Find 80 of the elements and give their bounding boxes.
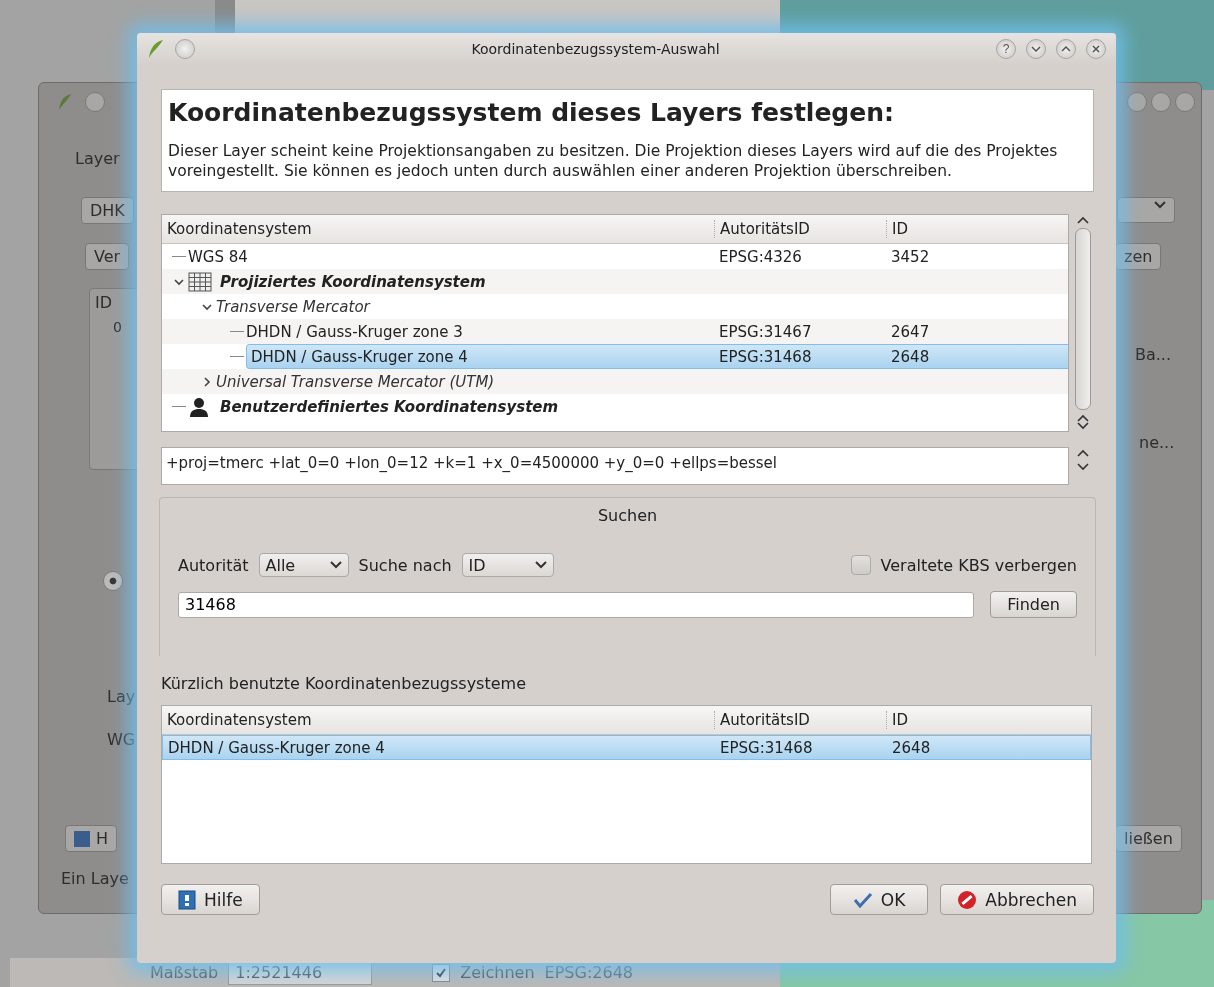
heading: Koordinatenbezugssystem dieses Layers festlegen:: [168, 98, 895, 127]
render-label: Zeichnen: [460, 963, 535, 982]
scroll-up-icon[interactable]: [1077, 216, 1089, 224]
status-text: Ein Laye: [61, 869, 129, 888]
scrollbar-thumb[interactable]: [1075, 228, 1091, 410]
checkmark-icon: [435, 966, 448, 979]
minimize-button[interactable]: [1026, 39, 1046, 59]
description: Dieser Layer scheint keine Projektionsangaben zu besitzen. Die Projektion dieses Layers wird auf die des Projektes voreingestellt. Sie können es jedoch unten durch auswählen einer anderen Projektion überschreiben.: [168, 141, 1059, 181]
checkbox-label: Veraltete KBS verbergen: [880, 555, 1077, 575]
feather-icon: [147, 39, 165, 59]
find-button[interactable]: Finden: [990, 591, 1077, 618]
column-header: ID: [95, 293, 113, 312]
field-label: Lay: [107, 687, 136, 706]
table-row[interactable]: DHDN / Gauss-Kruger zone 4 EPSG:31468 2648: [162, 735, 1091, 760]
table-cell-text: DHDN / Gauss-Kruger zone 4: [167, 738, 386, 757]
chevron-down-icon: [329, 561, 342, 569]
checkbox[interactable]: [432, 963, 451, 982]
window-title: Koordinatenbezugssystem-Auswahl: [470, 41, 721, 57]
column-header[interactable]: AutoritätsID: [714, 220, 886, 238]
chevron-up-icon: [1061, 46, 1071, 52]
list-item[interactable]: ne...: [1139, 433, 1175, 452]
authority-dropdown[interactable]: Alle: [258, 553, 349, 577]
layer-dropdown[interactable]: DHK: [81, 197, 134, 224]
table-cell-text: 3452: [890, 247, 931, 266]
column-header[interactable]: Koordinatensystem: [162, 220, 714, 238]
scroll-up-icon[interactable]: [1077, 449, 1089, 457]
radio-button[interactable]: [103, 571, 123, 591]
feather-icon: [57, 93, 73, 111]
maximize-button[interactable]: [1056, 39, 1076, 59]
help-button[interactable]: Hilfe: [161, 884, 260, 915]
scroll-down-icon[interactable]: [1077, 422, 1089, 430]
chevron-down-icon: [534, 561, 547, 569]
table-cell-text: 2648: [891, 738, 932, 757]
column-header[interactable]: AutoritätsID: [714, 711, 886, 729]
replace-button[interactable]: zen: [1115, 243, 1162, 270]
dropdown[interactable]: [1117, 197, 1175, 223]
table-cell-text: 2648: [890, 347, 931, 366]
chevron-down-icon[interactable]: [174, 276, 184, 287]
table-cell-text: EPSG:31468: [718, 347, 813, 366]
column-header[interactable]: Koordinatensystem: [162, 711, 714, 729]
checkbox[interactable]: [850, 555, 871, 575]
column-header[interactable]: ID: [886, 711, 1091, 729]
field-label: WG: [107, 730, 136, 749]
ok-button[interactable]: OK: [829, 884, 929, 915]
table-cell-text: EPSG:31468: [719, 738, 814, 757]
section-label: Kürzlich benutzte Koordinatenbezugssysteme: [161, 674, 527, 693]
scroll-down-icon[interactable]: [1077, 463, 1089, 471]
tree-item-label[interactable]: DHDN / Gauss-Kruger zone 4: [251, 347, 468, 366]
table-cell-text: 2647: [890, 322, 931, 341]
search-by-dropdown[interactable]: ID: [461, 553, 554, 577]
table-cell-text: EPSG:4326: [718, 247, 803, 266]
help-button[interactable]: H: [65, 825, 118, 852]
chevron-down-icon: [1031, 46, 1041, 52]
chevron-down-icon: [1154, 201, 1166, 209]
help-button[interactable]: ?: [996, 39, 1016, 59]
version-button[interactable]: Ver: [85, 243, 130, 270]
field-label: Autorität: [178, 555, 249, 575]
tab[interactable]: Layer: [75, 149, 120, 168]
search-field[interactable]: 31468: [178, 591, 975, 618]
close-button[interactable]: [1086, 39, 1106, 59]
chevron-right-icon[interactable]: [202, 376, 212, 387]
proj-string: +proj=tmerc +lat_0=0 +lon_0=12 +k=1 +x_0=4500000 +y_0=0 +ellps=bessel: [161, 447, 1069, 485]
scale-label: Maßstab: [150, 963, 219, 982]
cancel-button[interactable]: Abbrechen: [940, 884, 1094, 915]
person-icon: [188, 396, 210, 417]
tree-item[interactable]: 0: [113, 319, 122, 335]
list-item[interactable]: Ba...: [1135, 345, 1172, 364]
scroll-up-icon[interactable]: [1077, 414, 1089, 422]
chevron-down-icon[interactable]: [202, 301, 212, 312]
close-icon: [1092, 45, 1100, 53]
column-header[interactable]: ID: [886, 220, 1068, 238]
group-title: Suchen: [597, 506, 658, 525]
field-label: Suche nach: [358, 555, 452, 575]
stop-icon: [957, 889, 978, 910]
help-book-icon: [178, 889, 196, 910]
table-cell-text: EPSG:31467: [718, 322, 813, 341]
help-book-icon: [74, 830, 90, 847]
scrollbar[interactable]: [1072, 214, 1094, 432]
checkmark-icon: [852, 891, 873, 908]
close-button[interactable]: ließen: [1115, 825, 1182, 852]
